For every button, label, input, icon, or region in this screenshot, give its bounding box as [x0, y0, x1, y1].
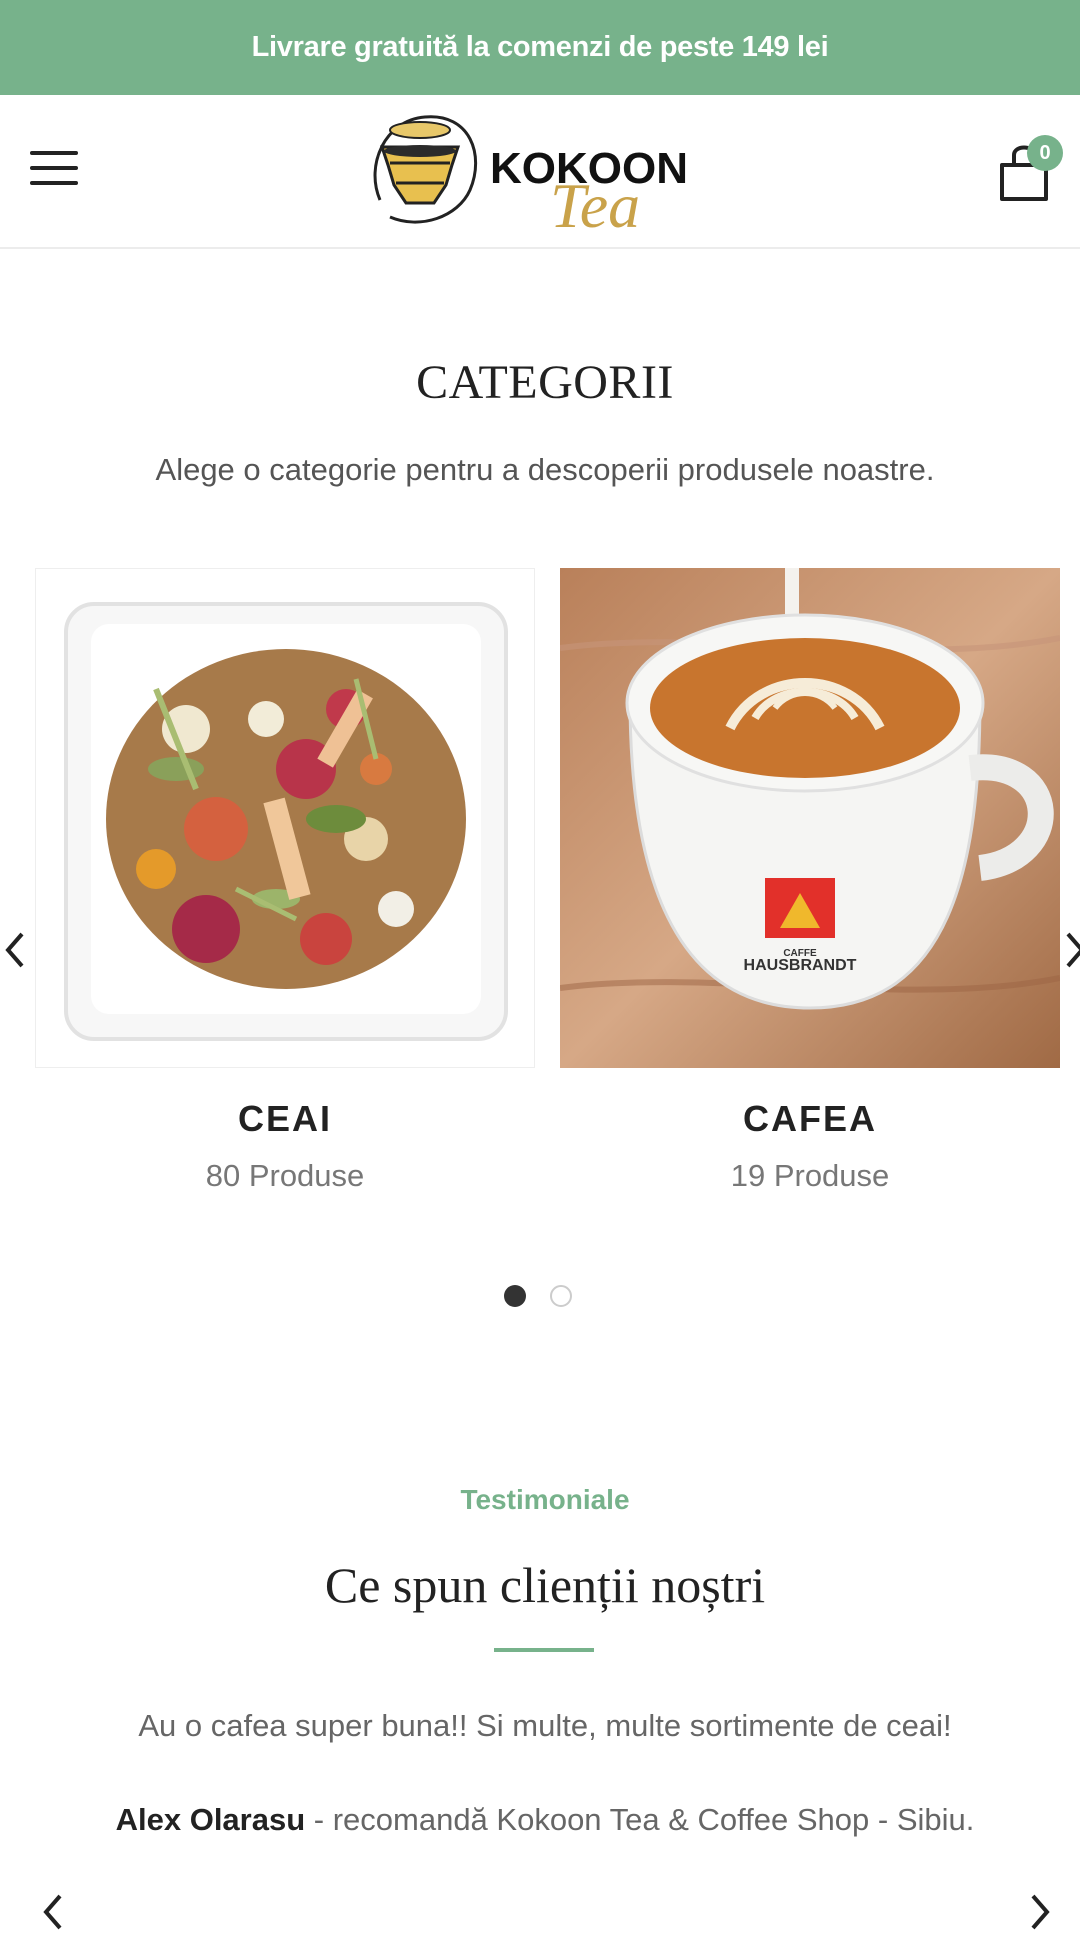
category-name-ceai[interactable]: CEAI — [35, 1098, 535, 1140]
title-divider — [494, 1648, 594, 1652]
carousel-pagination — [504, 1285, 572, 1307]
free-shipping-text: Livrare gratuită la comenzi de peste 149… — [251, 31, 829, 63]
hamburger-menu-button[interactable] — [30, 151, 78, 191]
testimonial-chevron-right-icon[interactable] — [1025, 1890, 1055, 1934]
menu-bar — [30, 151, 78, 155]
kokoon-tea-logo[interactable]: KOKOON Tea — [360, 105, 730, 240]
chevron-left-icon[interactable] — [0, 928, 30, 972]
testimonial-author: Alex Olarasu — [115, 1802, 306, 1837]
testimonials-kicker: Testimoniale — [460, 1484, 630, 1515]
cart-count: 0 — [1039, 141, 1051, 164]
free-shipping-banner: Livrare gratuită la comenzi de peste 149… — [0, 0, 1080, 95]
testimonial-quote: Au o cafea super buna!! Si multe, multe … — [138, 1708, 952, 1743]
category-name-cafea[interactable]: CAFEA — [560, 1098, 1060, 1140]
testimonials-title: Ce spun clienții noștri — [324, 1557, 766, 1613]
category-count-ceai: 80 Produse — [205, 1158, 365, 1193]
testimonial-author-line: Alex Olarasu - recomandă Kokoon Tea & Co… — [0, 1802, 1080, 1838]
tea-blend-image — [64, 602, 508, 1041]
cup-brand: HAUSBRANDT — [744, 957, 857, 974]
logo-script: Tea — [550, 170, 640, 240]
carousel-dot-2[interactable] — [550, 1285, 572, 1307]
testimonial-chevron-left-icon[interactable] — [38, 1890, 68, 1934]
category-card-ceai[interactable] — [35, 568, 535, 1068]
menu-bar — [30, 181, 78, 185]
categories-subtitle: Alege o categorie pentru a descoperii pr… — [155, 452, 935, 487]
site-header: KOKOON Tea — [0, 95, 1080, 249]
carousel-dot-1[interactable] — [504, 1285, 526, 1307]
categories-title: CATEGORII — [416, 356, 674, 409]
coffee-cup-image: CAFFE HAUSBRANDT — [560, 568, 1060, 1068]
chevron-right-icon[interactable] — [1060, 928, 1080, 972]
cart-count-badge[interactable]: 0 — [1027, 135, 1063, 171]
testimonial-author-suffix: - recomandă Kokoon Tea & Coffee Shop - S… — [305, 1802, 975, 1837]
category-count-cafea: 19 Produse — [730, 1158, 890, 1193]
menu-bar — [30, 166, 78, 170]
category-card-cafea[interactable]: CAFFE HAUSBRANDT — [560, 568, 1060, 1068]
